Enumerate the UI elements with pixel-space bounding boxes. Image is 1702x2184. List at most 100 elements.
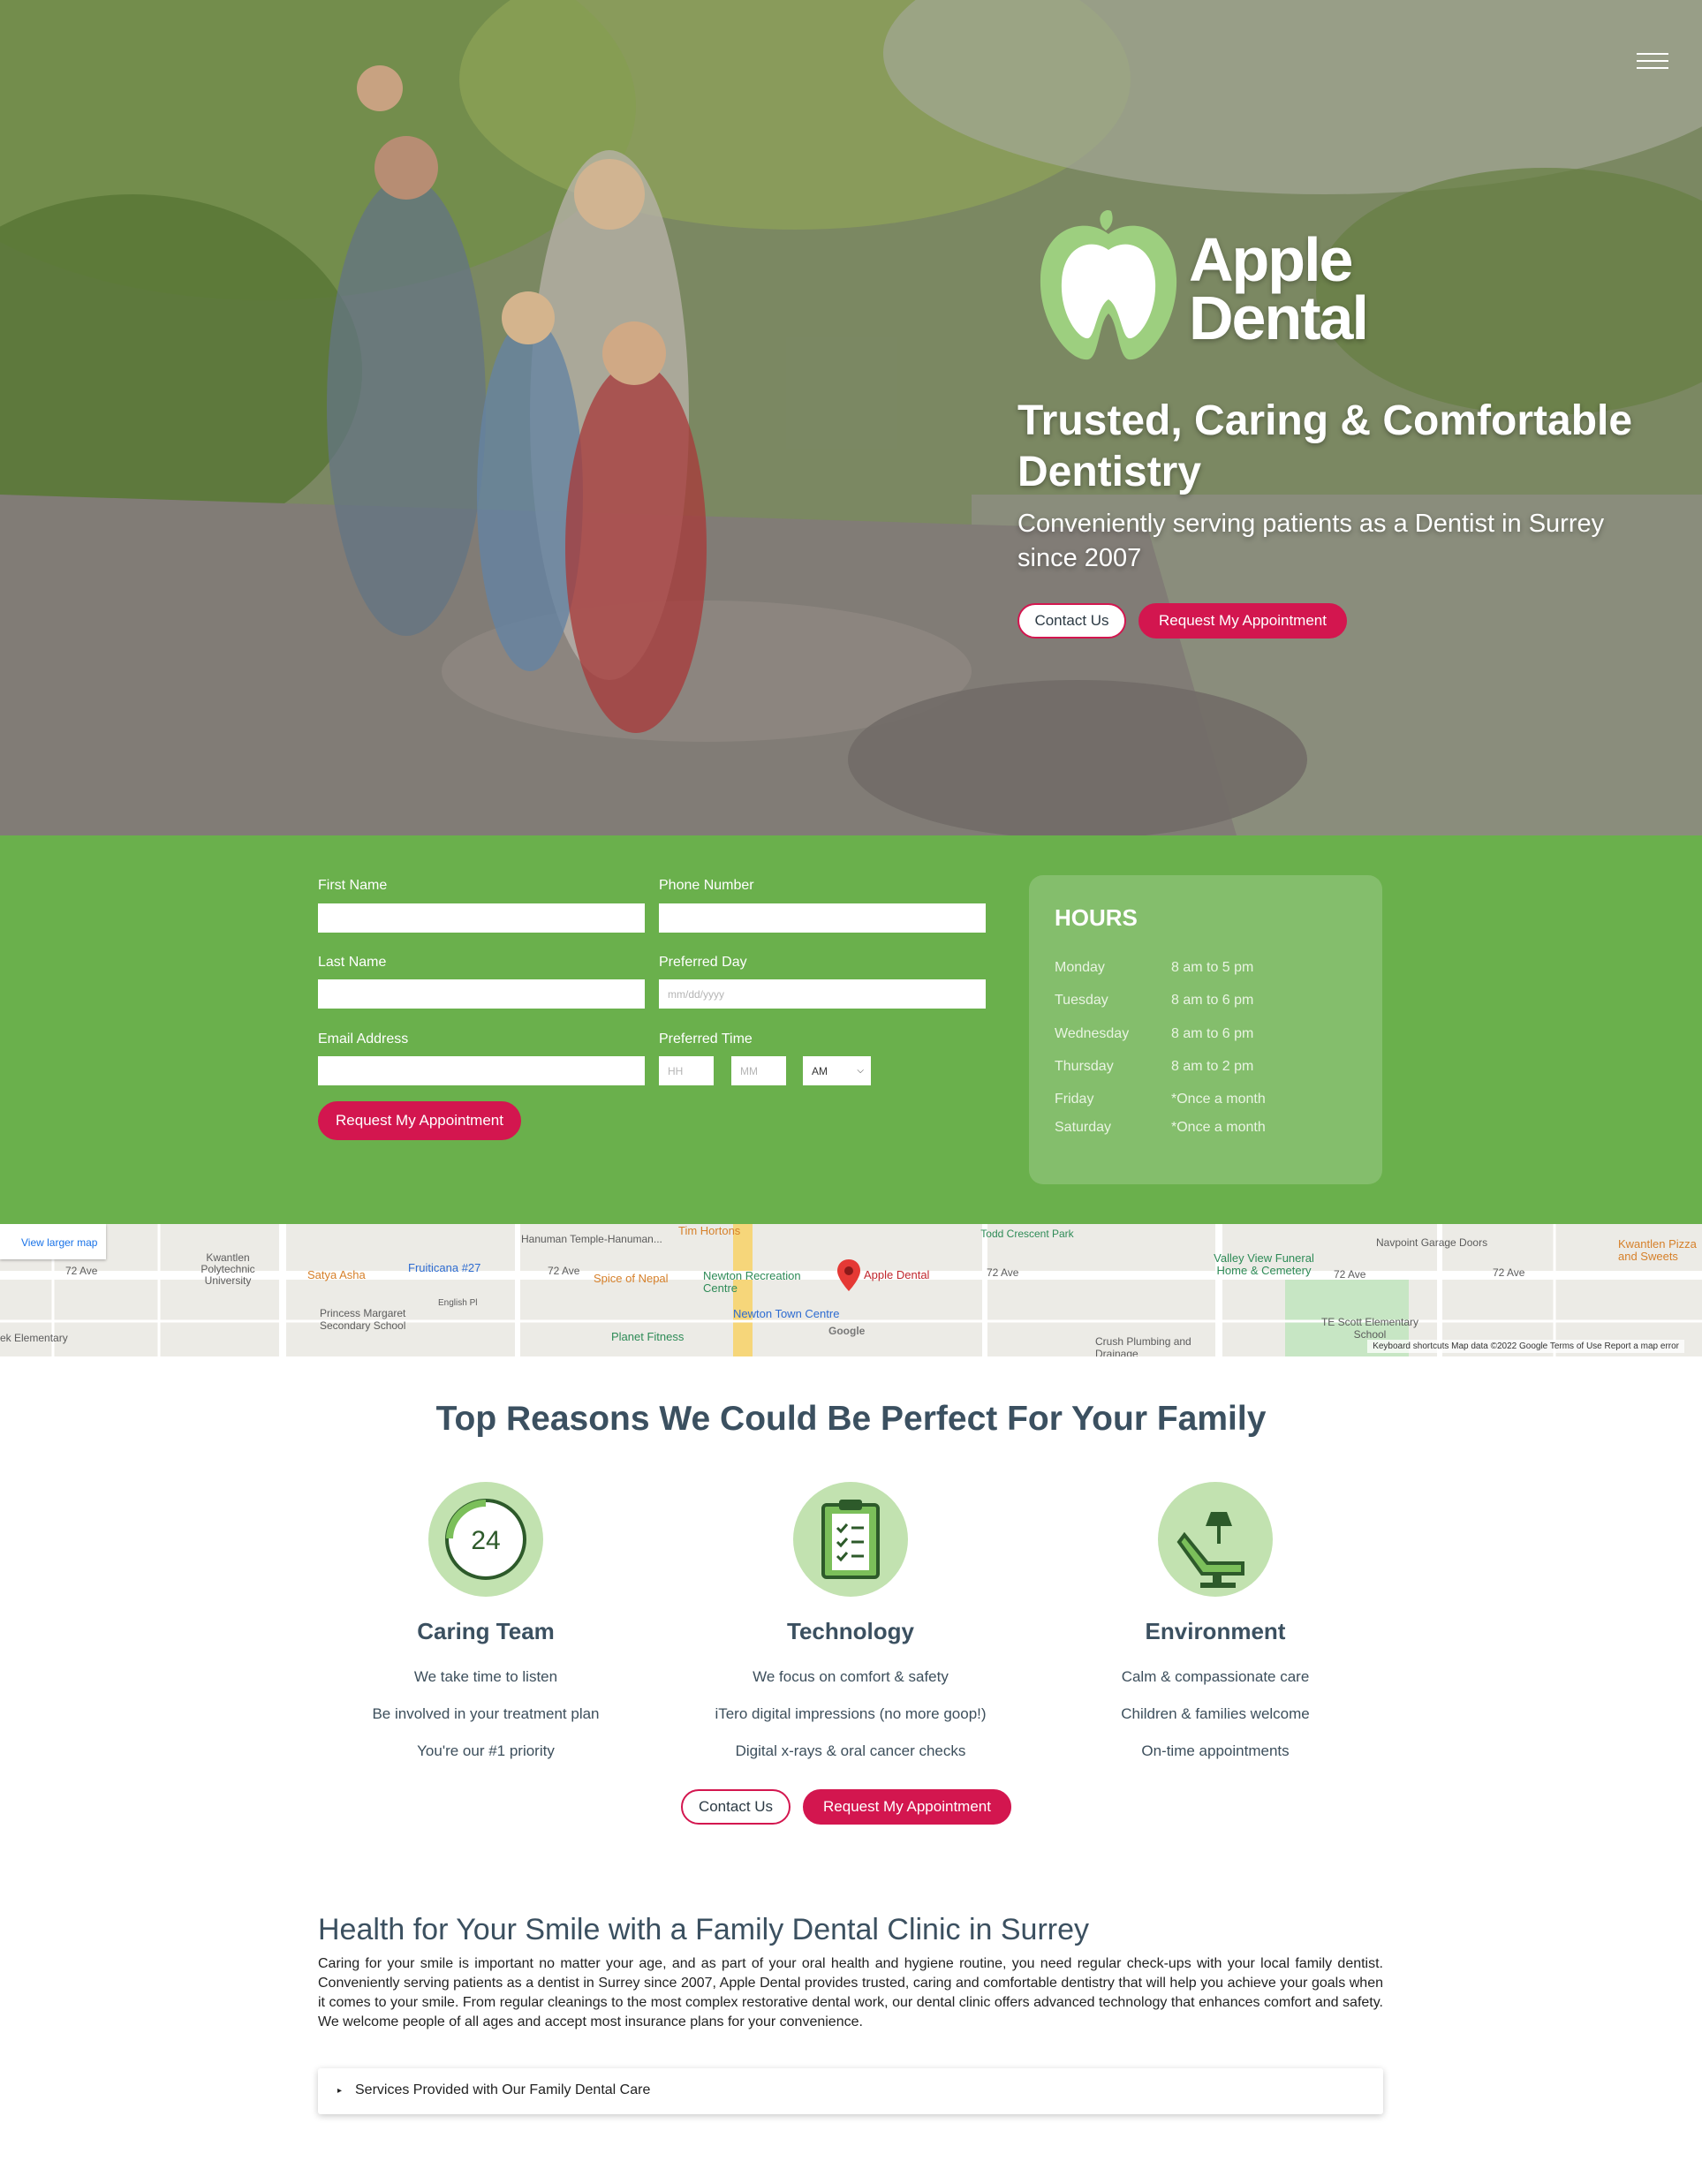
hours-row: Friday *Once a month [1055, 1092, 1364, 1113]
hours-row: Thursday 8 am to 2 pm [1055, 1059, 1364, 1080]
last-name-label: Last Name [318, 955, 387, 970]
reason-line: Children & families welcome [1121, 1705, 1310, 1722]
google-logo: Google [828, 1325, 866, 1337]
map-poi-fruiticana: Fruiticana #27 [408, 1261, 481, 1274]
clipboard-checklist-icon [793, 1482, 908, 1597]
services-accordion[interactable]: ▸ Services Provided with Our Family Dent… [318, 2068, 1383, 2114]
ampm-select[interactable]: AM ⌵ [803, 1056, 871, 1085]
hours-time: 8 am to 2 pm [1171, 1059, 1254, 1074]
map-poi-todd-park: Todd Crescent Park [980, 1228, 1074, 1240]
phone-number-field[interactable] [659, 903, 986, 933]
phone-number-label: Phone Number [659, 878, 754, 893]
map-poi-princess-margaret: Princess Margaret Secondary School [320, 1307, 406, 1332]
map-poi-kwantlen: Kwantlen Polytechnic University [200, 1251, 255, 1287]
reason-line: We take time to listen [413, 1668, 558, 1685]
hours-day: Tuesday [1055, 993, 1108, 1008]
svg-text:24: 24 [471, 1526, 500, 1555]
hours-day: Friday [1055, 1092, 1094, 1107]
hour-field[interactable]: HH [659, 1056, 714, 1085]
reason-environment: Environment Calm & compassionate care Ch… [1033, 1482, 1397, 1760]
reasons-contact-button[interactable]: Contact Us [681, 1789, 790, 1825]
hours-time: *Once a month [1171, 1092, 1266, 1107]
map-street-label: 72 Ave [1493, 1266, 1525, 1279]
logo-line-apple: Apple [1189, 225, 1353, 294]
reason-line: On-time appointments [1141, 1742, 1290, 1759]
hero-request-appointment-button[interactable]: Request My Appointment [1138, 603, 1347, 639]
hours-day: Saturday [1055, 1120, 1112, 1135]
hours-row: Saturday *Once a month [1055, 1120, 1364, 1141]
preferred-day-label: Preferred Day [659, 955, 747, 970]
map-poi-crush: Crush Plumbing and Drainage [1095, 1335, 1191, 1356]
map-poi-newton-rec: Newton Recreation Centre [703, 1269, 801, 1295]
hero-contact-button[interactable]: Contact Us [1017, 603, 1126, 639]
menu-icon[interactable] [1637, 53, 1668, 71]
hours-row: Wednesday 8 am to 6 pm [1055, 1026, 1364, 1047]
reason-line: Be involved in your treatment plan [372, 1705, 600, 1722]
map-street-label: 72 Ave [1334, 1268, 1366, 1281]
preferred-day-field[interactable]: mm/dd/yyyy [659, 979, 986, 1009]
map-pin-label: Apple Dental [864, 1268, 930, 1281]
view-larger-map-link[interactable]: View larger map [0, 1224, 106, 1259]
minute-field[interactable]: MM [731, 1056, 786, 1085]
map-poi-te-scott: TE Scott Elementary School [1320, 1316, 1419, 1341]
map-street-label: 72 Ave [65, 1265, 98, 1277]
dental-chair-icon [1158, 1482, 1273, 1597]
services-accordion-label: Services Provided with Our Family Dental… [355, 2082, 651, 2097]
hours-day: Wednesday [1055, 1026, 1130, 1041]
map-street-label: 72 Ave [987, 1266, 1019, 1279]
reason-technology: Technology We focus on comfort & safety … [669, 1482, 1033, 1760]
hours-time: *Once a month [1171, 1120, 1266, 1135]
map-poi-valley-view: Valley View Funeral Home & Cemetery [1214, 1251, 1314, 1277]
hours-day: Monday [1055, 960, 1105, 975]
reason-line: We focus on comfort & safety [753, 1668, 949, 1685]
reason-title: Caring Team [417, 1618, 555, 1644]
map-poi-planet-fitness: Planet Fitness [611, 1330, 685, 1343]
map-poi-hanuman: Hanuman Temple-Hanuman... [521, 1233, 662, 1245]
hours-title: HOURS [1055, 904, 1138, 931]
map-street-label: 72 Ave [548, 1265, 580, 1277]
reason-line: You're our #1 priority [417, 1742, 555, 1759]
map-pin-icon[interactable] [837, 1259, 860, 1291]
map-poi-elementary: ek Elementary [0, 1332, 68, 1344]
map-poi-tim-hortons: Tim Hortons [678, 1224, 741, 1237]
hours-row: Monday 8 am to 5 pm [1055, 960, 1364, 981]
reasons-title: Top Reasons We Could Be Perfect For Your… [435, 1400, 1267, 1438]
map-poi-kwantlen-pizza: Kwantlen Pizza and Sweets [1618, 1237, 1697, 1263]
hero-section: Apple Dental Trusted, Caring & Comfortab… [0, 0, 1702, 835]
apple-tooth-icon [1040, 209, 1177, 360]
health-body: Caring for your smile is important no ma… [318, 1956, 1383, 2029]
chevron-down-icon: ⌵ [857, 1066, 864, 1076]
reasons-request-appointment-button[interactable]: Request My Appointment [803, 1789, 1011, 1825]
health-title: Health for Your Smile with a Family Dent… [318, 1913, 1090, 1946]
hours-row: Tuesday 8 am to 6 pm [1055, 993, 1364, 1014]
reason-title: Environment [1145, 1618, 1286, 1644]
preferred-time-label: Preferred Time [659, 1032, 753, 1047]
map-poi-navpoint: Navpoint Garage Doors [1376, 1236, 1488, 1249]
reason-title: Technology [787, 1618, 914, 1644]
location-map[interactable]: View larger map 72 Ave 72 Ave 72 Ave 72 … [0, 1224, 1702, 1356]
ampm-value: AM [812, 1064, 828, 1077]
logo-line-dental: Dental [1189, 283, 1369, 352]
map-poi-newton-town: Newton Town Centre [733, 1307, 840, 1320]
hours-time: 8 am to 6 pm [1171, 993, 1254, 1008]
map-poi-spice: Spice of Nepal [594, 1272, 669, 1285]
form-request-appointment-button[interactable]: Request My Appointment [318, 1101, 521, 1140]
apple-dental-logo[interactable]: Apple Dental [1033, 208, 1404, 367]
first-name-field[interactable] [318, 903, 645, 933]
reason-line: iTero digital impressions (no more goop!… [715, 1705, 987, 1722]
first-name-label: First Name [318, 878, 388, 893]
reason-line: Calm & compassionate care [1121, 1668, 1310, 1685]
reason-line: Digital x-rays & oral cancer checks [735, 1742, 966, 1759]
view-larger-map-text: View larger map [21, 1236, 98, 1249]
last-name-field[interactable] [318, 979, 645, 1009]
email-address-field[interactable] [318, 1056, 645, 1085]
clock-24-icon: 24 [428, 1482, 543, 1597]
email-address-label: Email Address [318, 1032, 409, 1047]
hours-time: 8 am to 6 pm [1171, 1026, 1254, 1041]
clipboard-graphic [821, 1500, 880, 1579]
map-street-label: English Pl [438, 1298, 478, 1308]
dental-chair-graphic [1176, 1512, 1244, 1588]
hours-day: Thursday [1055, 1059, 1114, 1074]
clock-24-graphic: 24 [445, 1499, 526, 1580]
map-footer[interactable]: Keyboard shortcuts Map data ©2022 Google… [1367, 1340, 1684, 1353]
